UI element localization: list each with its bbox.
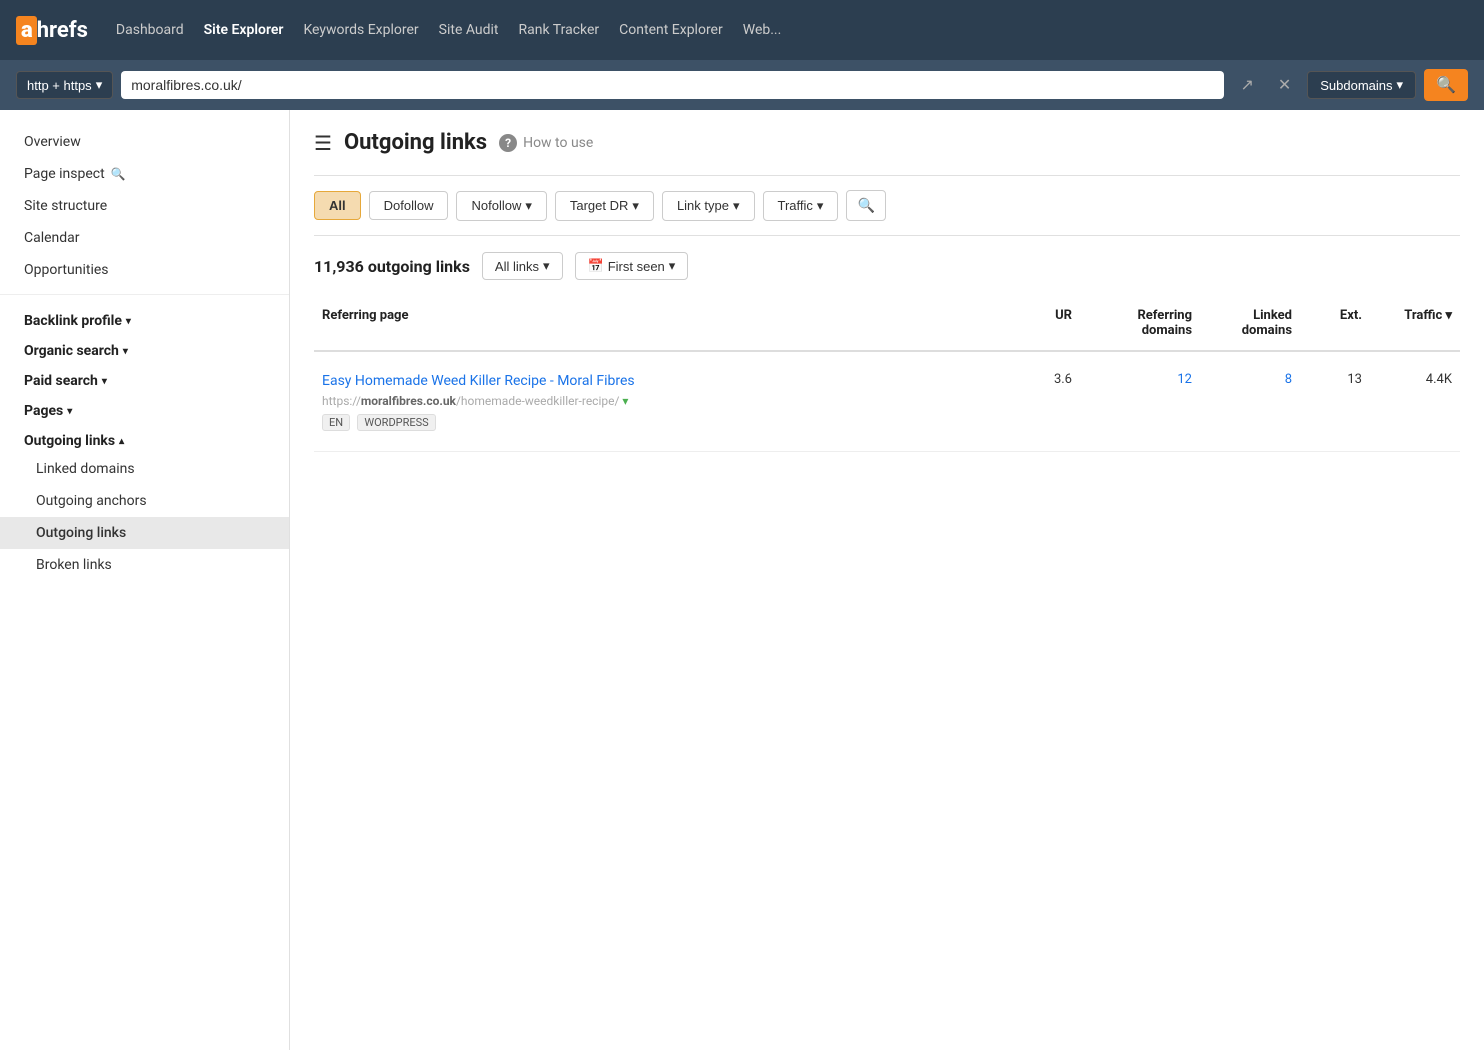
sidebar-item-overview[interactable]: Overview xyxy=(0,126,289,158)
tag-badges: EN WORDPRESS xyxy=(322,408,992,431)
th-referring-page: Referring page xyxy=(314,304,1000,342)
nav-content-explorer[interactable]: Content Explorer xyxy=(619,22,723,38)
td-ur: 3.6 xyxy=(1000,368,1080,391)
sidebar-item-outgoing-anchors[interactable]: Outgoing anchors xyxy=(0,485,289,517)
filter-bar: All Dofollow Nofollow ▾ Target DR ▾ Link… xyxy=(314,175,1460,236)
sidebar-item-page-inspect[interactable]: Page inspect 🔍 xyxy=(0,158,289,190)
page-link-title[interactable]: Easy Homemade Weed Killer Recipe - Moral… xyxy=(322,372,992,392)
sidebar-item-linked-domains[interactable]: Linked domains xyxy=(0,453,289,485)
url-suffix: /homemade-weedkiller-recipe/ xyxy=(456,394,619,408)
sidebar-section-backlink-profile[interactable]: Backlink profile ▾ xyxy=(0,303,289,333)
protocol-dropdown[interactable]: http + https ▾ xyxy=(16,71,113,99)
external-link-icon[interactable]: ↗ xyxy=(1232,71,1261,99)
chevron-down-icon: ▾ xyxy=(1397,77,1404,93)
results-count: 11,936 outgoing links xyxy=(314,257,470,276)
search-button[interactable]: 🔍 xyxy=(1424,69,1468,101)
chevron-down-icon: ▾ xyxy=(543,258,550,274)
td-traffic: 4.4K xyxy=(1370,368,1460,391)
td-linked-domains: 8 xyxy=(1200,368,1300,391)
page-link-url: https://moralfibres.co.uk/homemade-weedk… xyxy=(322,394,992,408)
chevron-down-icon: ▾ xyxy=(102,376,107,387)
filter-target-dr[interactable]: Target DR ▾ xyxy=(555,191,654,221)
subdomains-dropdown[interactable]: Subdomains ▾ xyxy=(1307,71,1416,99)
sidebar-section-pages[interactable]: Pages ▾ xyxy=(0,393,289,423)
chevron-down-icon: ▾ xyxy=(632,198,639,214)
td-ext: 13 xyxy=(1300,368,1370,391)
chevron-down-icon: ▾ xyxy=(67,406,72,417)
all-links-dropdown[interactable]: All links ▾ xyxy=(482,252,563,280)
sidebar-item-site-structure[interactable]: Site structure xyxy=(0,190,289,222)
tag-wordpress: WORDPRESS xyxy=(357,414,435,431)
url-bar: http + https ▾ ↗ ✕ Subdomains ▾ 🔍 xyxy=(0,60,1484,110)
filter-traffic[interactable]: Traffic ▾ xyxy=(763,191,839,221)
dropdown-arrow-icon[interactable]: ▾ xyxy=(622,394,628,408)
filter-all[interactable]: All xyxy=(314,191,361,220)
chevron-down-icon: ▾ xyxy=(669,258,676,274)
referring-domains-link[interactable]: 12 xyxy=(1177,372,1192,387)
th-ext: Ext. xyxy=(1300,304,1370,342)
filter-nofollow[interactable]: Nofollow ▾ xyxy=(456,191,546,221)
first-seen-dropdown[interactable]: 📅 First seen ▾ xyxy=(575,252,689,280)
tag-en: EN xyxy=(322,414,350,431)
chevron-down-icon: ▾ xyxy=(817,198,824,214)
page-title: Outgoing links xyxy=(344,130,487,155)
top-navigation: ahrefs Dashboard Site Explorer Keywords … xyxy=(0,0,1484,60)
filter-search-button[interactable]: 🔍 xyxy=(846,190,885,221)
results-row: 11,936 outgoing links All links ▾ 📅 Firs… xyxy=(314,252,1460,280)
main-layout: Overview Page inspect 🔍 Site structure C… xyxy=(0,110,1484,1050)
search-icon: 🔍 xyxy=(111,167,126,181)
nav-keywords-explorer[interactable]: Keywords Explorer xyxy=(303,22,418,38)
sidebar-item-opportunities[interactable]: Opportunities xyxy=(0,254,289,286)
chevron-up-icon: ▴ xyxy=(119,436,124,447)
td-referring-domains: 12 xyxy=(1080,368,1200,391)
chevron-down-icon: ▾ xyxy=(525,198,532,214)
how-to-use-button[interactable]: ? How to use xyxy=(499,134,593,152)
question-circle-icon: ? xyxy=(499,134,517,152)
url-prefix: https:// xyxy=(322,394,361,408)
table-row: Easy Homemade Weed Killer Recipe - Moral… xyxy=(314,352,1460,452)
linked-domains-link[interactable]: 8 xyxy=(1285,372,1292,387)
chevron-down-icon: ▾ xyxy=(733,198,740,214)
chevron-down-icon: ▾ xyxy=(126,316,131,327)
nav-site-audit[interactable]: Site Audit xyxy=(439,22,499,38)
nav-site-explorer[interactable]: Site Explorer xyxy=(204,22,284,38)
sidebar-item-outgoing-links[interactable]: Outgoing links xyxy=(0,517,289,549)
close-icon[interactable]: ✕ xyxy=(1270,71,1299,99)
nav-web[interactable]: Web... xyxy=(743,22,782,38)
table-header: Referring page UR Referringdomains Linke… xyxy=(314,296,1460,352)
sidebar: Overview Page inspect 🔍 Site structure C… xyxy=(0,110,290,1050)
url-input[interactable] xyxy=(121,71,1224,99)
logo[interactable]: ahrefs xyxy=(16,16,88,45)
sidebar-section-organic-search[interactable]: Organic search ▾ xyxy=(0,333,289,363)
sidebar-item-calendar[interactable]: Calendar xyxy=(0,222,289,254)
td-referring-page: Easy Homemade Weed Killer Recipe - Moral… xyxy=(314,368,1000,435)
logo-hrefs: hrefs xyxy=(37,18,88,43)
th-referring-domains: Referringdomains xyxy=(1080,304,1200,342)
nav-rank-tracker[interactable]: Rank Tracker xyxy=(519,22,600,38)
chevron-down-icon: ▾ xyxy=(96,77,103,93)
page-header: ☰ Outgoing links ? How to use xyxy=(314,130,1460,155)
logo-a-letter: a xyxy=(16,16,37,45)
filter-link-type[interactable]: Link type ▾ xyxy=(662,191,755,221)
hamburger-icon[interactable]: ☰ xyxy=(314,131,332,155)
th-traffic: Traffic ▾ xyxy=(1370,304,1460,342)
sidebar-section-paid-search[interactable]: Paid search ▾ xyxy=(0,363,289,393)
sidebar-section-outgoing-links[interactable]: Outgoing links ▴ xyxy=(0,423,289,453)
calendar-icon: 📅 xyxy=(588,258,604,274)
nav-dashboard[interactable]: Dashboard xyxy=(116,22,184,38)
filter-dofollow[interactable]: Dofollow xyxy=(369,191,449,220)
th-ur: UR xyxy=(1000,304,1080,342)
chevron-down-icon: ▾ xyxy=(123,346,128,357)
th-linked-domains: Linkeddomains xyxy=(1200,304,1300,342)
main-content: ☰ Outgoing links ? How to use All Dofoll… xyxy=(290,110,1484,1050)
sidebar-item-broken-links[interactable]: Broken links xyxy=(0,549,289,581)
url-domain: moralfibres.co.uk xyxy=(361,394,456,408)
